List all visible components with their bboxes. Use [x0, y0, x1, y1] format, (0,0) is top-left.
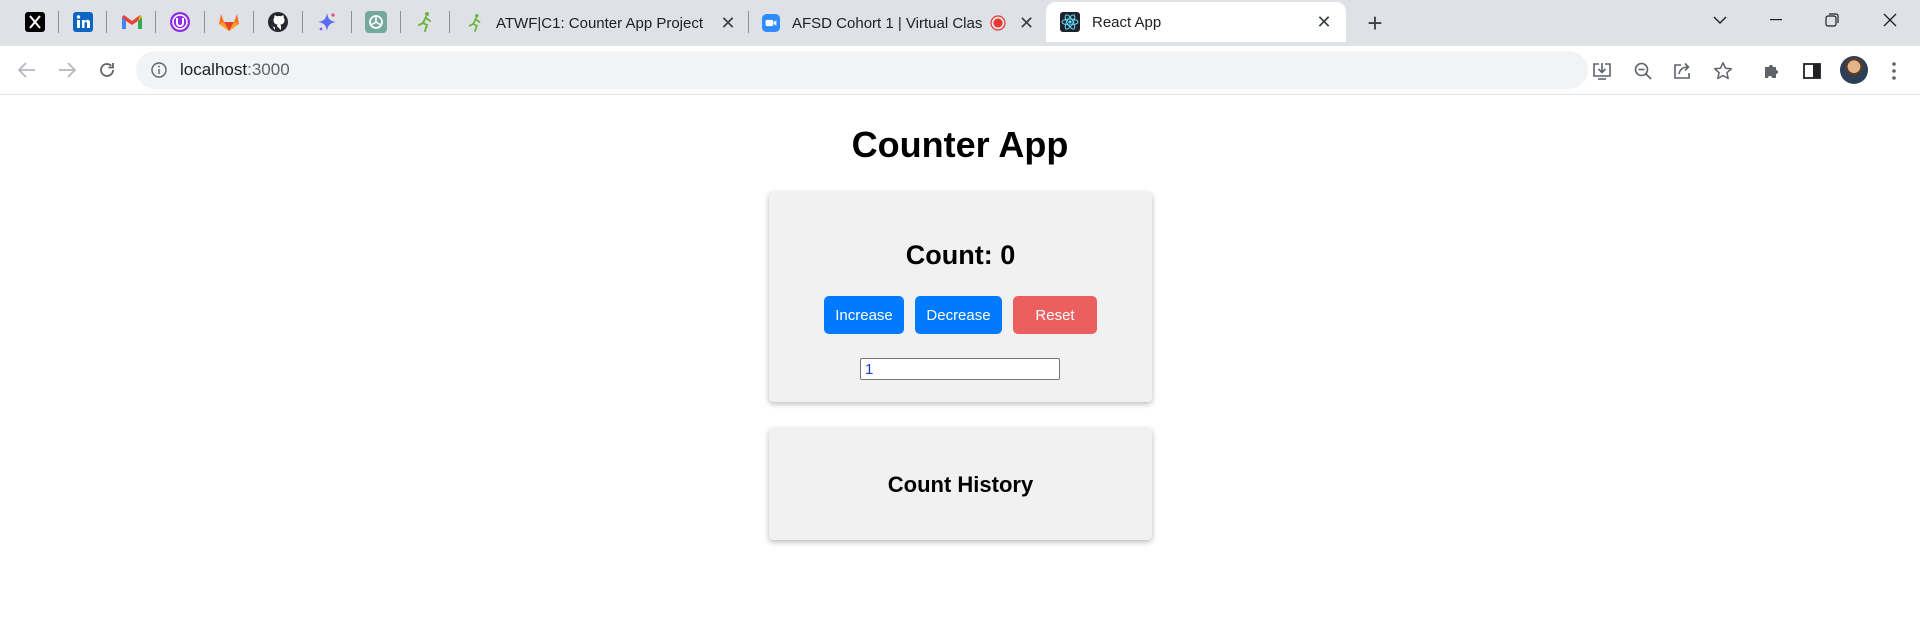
chatgpt-icon	[365, 11, 387, 33]
arrow-left-icon	[18, 62, 35, 78]
pinned-tab-x[interactable]	[16, 8, 54, 36]
close-icon[interactable]: ✕	[1312, 10, 1336, 34]
back-button[interactable]	[12, 55, 42, 85]
reload-button[interactable]	[92, 55, 122, 85]
linkedin-icon	[73, 12, 93, 32]
close-window-button[interactable]	[1860, 0, 1920, 40]
pinned-tab-sparkle[interactable]	[308, 8, 346, 36]
tab-separator	[58, 11, 59, 33]
kebab-menu-icon	[1892, 62, 1896, 80]
page-title: Counter App	[851, 124, 1069, 165]
browser-toolbar: localhost:3000	[0, 46, 1920, 95]
tab-separator	[253, 11, 254, 33]
restore-button[interactable]	[1802, 0, 1862, 40]
recording-indicator-icon	[986, 11, 1009, 35]
side-panel-icon	[1803, 63, 1821, 79]
star-icon	[1713, 62, 1733, 80]
runner-icon	[418, 12, 431, 32]
gitlab-icon	[219, 14, 239, 31]
tab-strip: ATWF|C1: Counter App Project ✕ AFSD Coho…	[0, 0, 1920, 46]
runner-icon	[466, 14, 484, 32]
info-icon[interactable]	[150, 61, 168, 79]
tab-react-app[interactable]: React App ✕	[1046, 2, 1346, 42]
profile-avatar[interactable]	[1840, 56, 1868, 84]
history-title: Count History	[887, 472, 1034, 497]
url-port: :3000	[247, 60, 290, 79]
url-host: localhost	[180, 60, 248, 79]
extensions-button[interactable]	[1760, 59, 1784, 83]
tab-separator	[155, 11, 156, 33]
tab-separator	[449, 11, 450, 33]
url-text: localhost:3000	[180, 60, 290, 80]
step-input[interactable]	[860, 358, 1060, 380]
tab-separator	[400, 11, 401, 33]
pinned-tab-chatgpt[interactable]	[357, 8, 395, 36]
address-bar[interactable]: localhost:3000	[136, 51, 1588, 89]
pinned-tab-linkedin[interactable]	[64, 8, 102, 36]
zoom-button[interactable]	[1631, 59, 1655, 83]
tab-separator	[204, 11, 205, 33]
u-badge-icon	[170, 12, 190, 32]
close-icon	[1883, 13, 1897, 27]
minimize-icon	[1770, 19, 1782, 21]
install-icon	[1593, 63, 1611, 80]
forward-button[interactable]	[52, 55, 82, 85]
chevron-down-icon	[1713, 16, 1727, 24]
tab-atwf-counter-project[interactable]: ATWF|C1: Counter App Project ✕	[462, 0, 746, 46]
tab-separator	[302, 11, 303, 33]
share-icon	[1674, 62, 1690, 79]
pinned-tab-github[interactable]	[259, 8, 297, 36]
reload-icon	[100, 63, 114, 77]
tab-separator	[748, 11, 749, 33]
side-panel-button[interactable]	[1800, 59, 1824, 83]
share-button[interactable]	[1671, 59, 1695, 83]
pinned-tab-runner[interactable]	[406, 8, 444, 36]
counter-card: Count: 0 Increase Decrease Reset	[769, 192, 1152, 402]
browser-menu-button[interactable]	[1882, 59, 1906, 83]
pinned-tab-gmail[interactable]	[113, 8, 151, 36]
gmail-icon	[122, 15, 142, 29]
pinned-tab-gitlab[interactable]	[210, 8, 248, 36]
zoom-out-icon	[1634, 62, 1652, 80]
minimize-button[interactable]	[1746, 0, 1806, 40]
arrow-right-icon	[59, 62, 76, 78]
reset-button[interactable]: Reset	[1013, 296, 1097, 334]
react-icon	[1060, 12, 1080, 32]
puzzle-icon	[1765, 65, 1778, 78]
history-card: Count History	[769, 428, 1152, 540]
zoom-icon	[762, 14, 780, 32]
sparkle-icon	[318, 13, 336, 31]
tab-separator	[106, 11, 107, 33]
close-icon[interactable]: ✕	[1015, 11, 1038, 35]
restore-icon	[1825, 13, 1839, 27]
button-row: Increase Decrease Reset	[769, 296, 1152, 334]
tab-search-button[interactable]	[1690, 0, 1750, 40]
github-icon	[268, 12, 288, 32]
tab-title: React App	[1092, 13, 1162, 31]
x-logo-icon	[25, 12, 45, 32]
new-tab-button[interactable]: +	[1360, 8, 1390, 38]
pinned-tab-u[interactable]	[161, 8, 199, 36]
count-display: Count: 0	[905, 240, 1016, 270]
bookmark-button[interactable]	[1711, 59, 1735, 83]
decrease-button[interactable]: Decrease	[915, 296, 1002, 334]
install-app-button[interactable]	[1590, 59, 1614, 83]
tab-title: ATWF|C1: Counter App Project	[496, 14, 704, 32]
close-icon[interactable]: ✕	[716, 11, 740, 35]
tab-title: AFSD Cohort 1 | Virtual Clas	[792, 14, 983, 32]
increase-button[interactable]: Increase	[824, 296, 904, 334]
tab-separator	[351, 11, 352, 33]
tab-afsd-virtual-class[interactable]: AFSD Cohort 1 | Virtual Clas ✕	[760, 0, 1044, 46]
